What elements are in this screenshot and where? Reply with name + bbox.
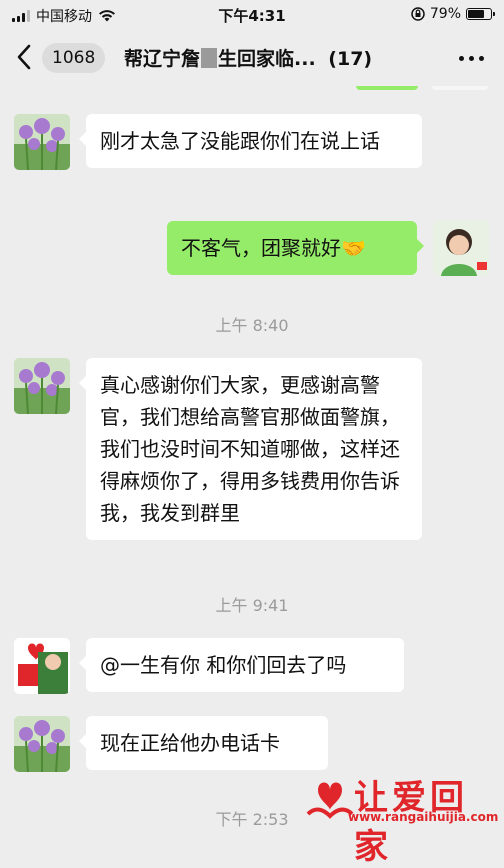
chat-header: 1068 帮辽宁詹 生回家临... (17): [0, 30, 504, 86]
redaction-mask: [201, 48, 218, 68]
member-count: (17): [328, 48, 373, 70]
previous-message-edge: [356, 86, 418, 90]
message-bubble[interactable]: @一生有你 和你们回去了吗: [79, 638, 404, 692]
message-bubble-outgoing[interactable]: 不客气，团聚就好🤝: [167, 221, 424, 275]
avatar-flowers[interactable]: [14, 716, 70, 772]
avatar-user[interactable]: [14, 638, 70, 694]
chat-title-part1: 帮辽宁詹: [124, 48, 201, 70]
chat-title[interactable]: 帮辽宁詹 生回家临... (17): [124, 44, 394, 71]
timestamp: 上午 8:40: [215, 316, 289, 335]
status-bar: 中国移动 下午4:31 79%: [0, 0, 504, 30]
battery-icon: [466, 8, 495, 20]
watermark-url: www.rangaihuijia.com: [348, 810, 499, 824]
avatar-flowers[interactable]: [14, 114, 70, 170]
rotation-lock-icon: [411, 7, 425, 21]
avatar-self[interactable]: [433, 220, 489, 276]
avatar-flowers[interactable]: [14, 358, 70, 414]
message-bubble[interactable]: 真心感谢你们大家，更感谢高警官，我们想给高警官那做面警旗，我们也没时间不知道哪做…: [79, 358, 422, 540]
timestamp: 上午 9:41: [215, 596, 289, 615]
ellipsis-icon[interactable]: [459, 56, 484, 61]
message-bubble[interactable]: 现在正给他办电话卡: [79, 716, 328, 770]
message-bubble[interactable]: 刚才太急了没能跟你们在说上话: [79, 114, 422, 168]
chat-area[interactable]: 刚才太急了没能跟你们在说上话 不客气，团聚就好🤝 上午 8:40 真心感谢你们大…: [0, 86, 504, 829]
status-right: 79%: [411, 6, 495, 22]
chevron-left-icon[interactable]: [12, 42, 38, 72]
chat-title-part2: 生回家临...: [218, 48, 316, 70]
unread-count-badge[interactable]: 1068: [42, 43, 106, 73]
battery-percent: 79%: [429, 6, 461, 22]
battery-fill: [468, 10, 484, 18]
previous-avatar-edge: [432, 86, 488, 90]
